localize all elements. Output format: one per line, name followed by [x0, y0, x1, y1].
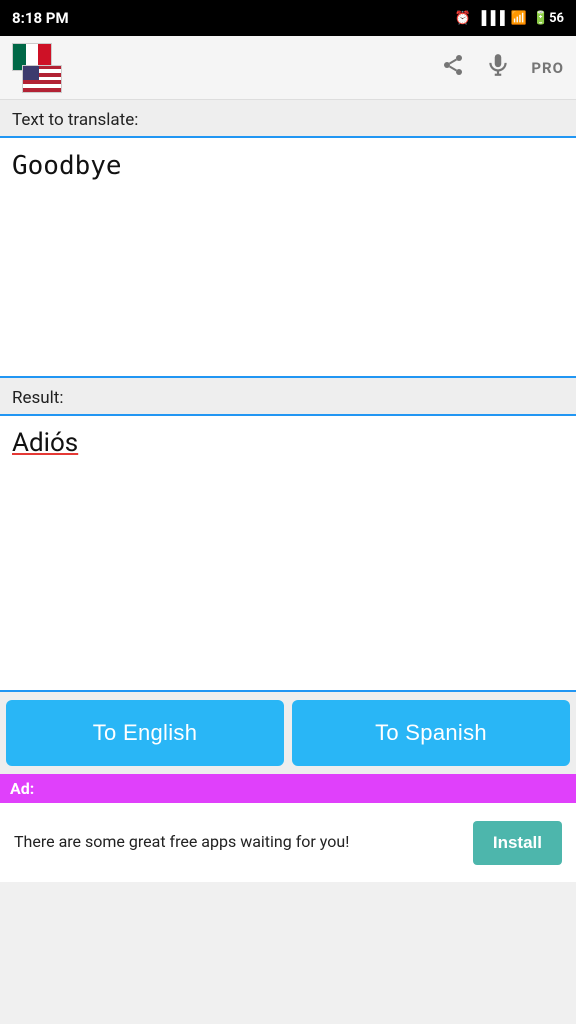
result-area: Adiós: [0, 414, 576, 692]
status-bar: 8:18 PM ⏰ ▐▐▐ 📶 🔋56: [0, 0, 576, 36]
to-english-button[interactable]: To English: [6, 700, 284, 766]
alarm-icon: ⏰: [455, 11, 471, 26]
result-text: Adiós: [12, 428, 564, 678]
wifi-icon: 📶: [511, 11, 527, 26]
app-bar: PRO: [0, 36, 576, 100]
language-flags[interactable]: [12, 43, 68, 93]
source-text-area[interactable]: [0, 136, 576, 378]
main-content: Text to translate: Result: Adiós To Engl…: [0, 100, 576, 774]
app-bar-actions: PRO: [441, 52, 564, 84]
battery-icon: 🔋56: [533, 11, 564, 26]
microphone-icon[interactable]: [485, 52, 511, 84]
result-label: Result:: [0, 378, 576, 414]
status-icons: ⏰ ▐▐▐ 📶 🔋56: [455, 10, 564, 26]
share-icon[interactable]: [441, 53, 465, 83]
install-button[interactable]: Install: [473, 821, 562, 865]
source-input[interactable]: [12, 150, 564, 360]
usa-flag: [22, 65, 62, 93]
ad-label: Ad:: [10, 779, 34, 798]
to-spanish-button[interactable]: To Spanish: [292, 700, 570, 766]
signal-icon: ▐▐▐: [477, 10, 505, 26]
ad-message: There are some great free apps waiting f…: [14, 831, 349, 853]
ad-bar: Ad:: [0, 774, 576, 802]
ad-content: There are some great free apps waiting f…: [0, 802, 576, 882]
translate-buttons: To English To Spanish: [0, 692, 576, 774]
status-time: 8:18 PM: [12, 9, 69, 27]
pro-button[interactable]: PRO: [531, 59, 564, 77]
source-label: Text to translate:: [0, 100, 576, 136]
